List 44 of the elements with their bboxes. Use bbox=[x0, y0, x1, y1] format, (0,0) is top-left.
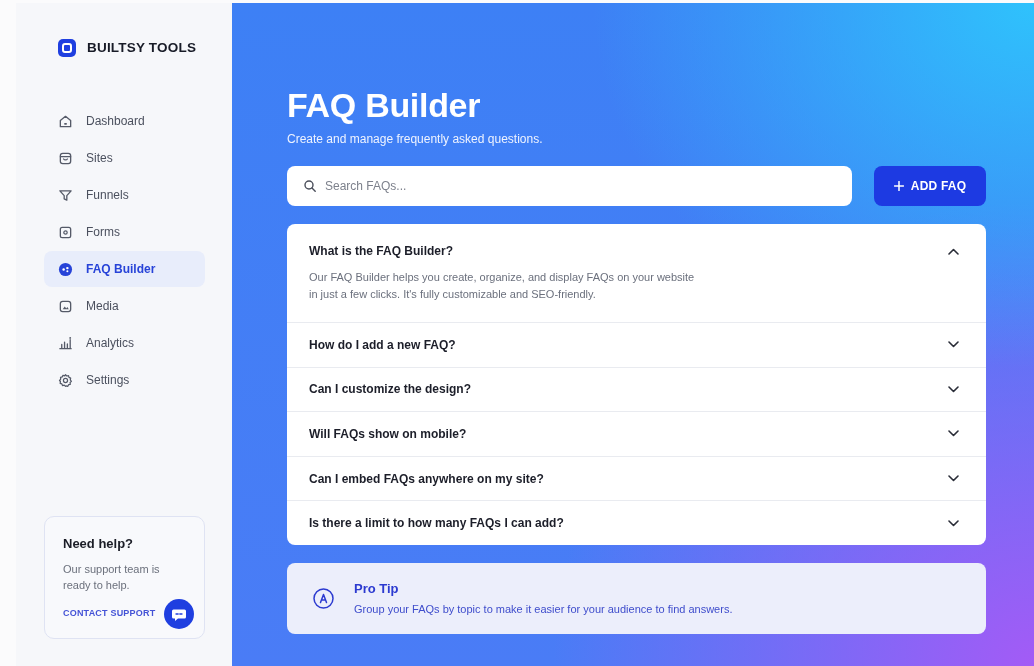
funnel-icon bbox=[58, 187, 73, 203]
sidebar-item[interactable]: Funnels bbox=[44, 177, 205, 213]
chat-icon[interactable] bbox=[164, 599, 194, 629]
form-icon bbox=[58, 224, 73, 240]
chevron-down-icon bbox=[948, 430, 959, 438]
image-icon bbox=[58, 298, 73, 314]
faq-question[interactable]: Will FAQs show on mobile? bbox=[287, 412, 986, 456]
tip-text: Group your FAQs by topic to make it easier for your audience to find answers. bbox=[354, 602, 733, 618]
faq-question[interactable]: Can I customize the design? bbox=[287, 367, 986, 412]
bar-chart-icon bbox=[58, 335, 73, 351]
sidebar-item[interactable]: Analytics bbox=[44, 325, 205, 361]
faq-question[interactable]: Is there a limit to how many FAQs I can add? bbox=[287, 501, 986, 545]
page-subtitle: Create and manage frequently asked questions. bbox=[287, 131, 544, 148]
sidebar-item[interactable]: Sites bbox=[44, 140, 205, 176]
sidebar-item[interactable]: Settings bbox=[44, 362, 205, 398]
faq-question[interactable]: What is the FAQ Builder? bbox=[287, 224, 986, 269]
gear-icon bbox=[58, 372, 73, 388]
plus-icon bbox=[893, 181, 904, 191]
brand-name: BUILTSY TOOLS bbox=[87, 38, 197, 57]
logo-icon bbox=[58, 39, 76, 57]
search-field[interactable]: Search FAQs... bbox=[287, 166, 852, 206]
faq-answer: Our FAQ Builder helps you create, organize, and display FAQs on your website in just a few clicks. It's fully customizable and SEO-friendly. bbox=[308, 270, 696, 302]
chevron-up-icon bbox=[948, 247, 959, 255]
tip-icon bbox=[313, 587, 334, 609]
home-icon bbox=[58, 113, 73, 129]
chevron-down-icon bbox=[948, 519, 959, 527]
faq-question[interactable]: How do I add a new FAQ? bbox=[287, 323, 986, 367]
faq-icon bbox=[58, 261, 73, 277]
faq-question[interactable]: Can I embed FAQs anywhere on my site? bbox=[287, 456, 986, 501]
search-icon bbox=[304, 180, 316, 192]
sidebar-item[interactable]: FAQ Builder bbox=[44, 251, 205, 287]
help-title: Need help? bbox=[63, 534, 135, 553]
chevron-down-icon bbox=[948, 341, 959, 349]
page-title: FAQ Builder bbox=[287, 85, 482, 126]
sidebar-item[interactable]: Media bbox=[44, 288, 205, 324]
tip-title: Pro Tip bbox=[354, 579, 400, 598]
add-faq-button[interactable]: ADD FAQ bbox=[874, 166, 986, 206]
chevron-down-icon bbox=[948, 475, 959, 483]
sidebar-item[interactable]: Dashboard bbox=[44, 103, 205, 139]
help-text: Our support team is ready to help. bbox=[63, 562, 161, 593]
contact-support-link[interactable]: CONTACT SUPPORT bbox=[63, 607, 156, 621]
chevron-down-icon bbox=[948, 385, 959, 393]
sidebar-item[interactable]: Forms bbox=[44, 214, 205, 250]
tray-icon bbox=[58, 150, 73, 166]
